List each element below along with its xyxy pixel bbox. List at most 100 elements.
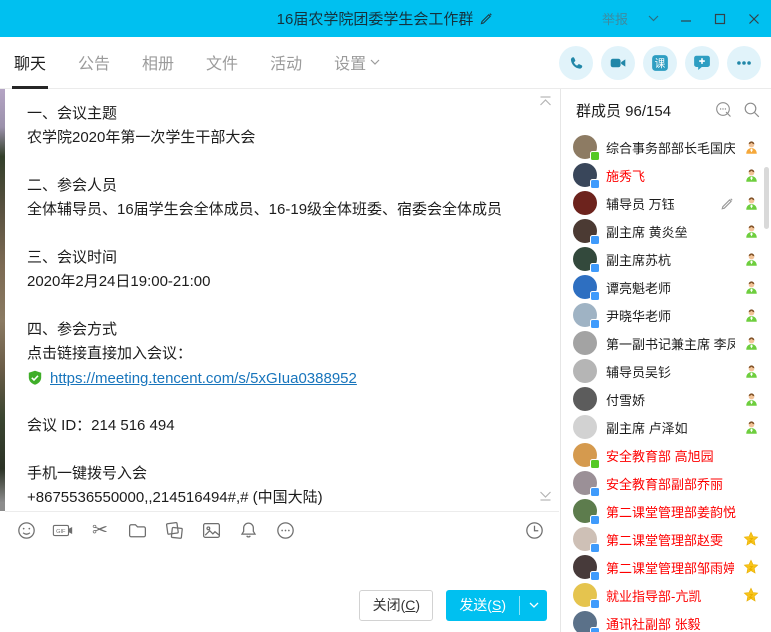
message-input[interactable] <box>5 548 559 578</box>
member-avatar <box>573 527 597 551</box>
member-star-icon <box>743 559 759 575</box>
member-row[interactable]: 第二课堂管理部姜韵悦 <box>561 497 771 525</box>
member-panel: 群成员 96/154 综合事务部部长毛国庆 施秀飞 <box>560 89 771 632</box>
folder-icon[interactable] <box>126 519 148 541</box>
member-name: 安全教育部 高旭园 <box>606 446 750 465</box>
member-row[interactable]: 副主席 卢泽如 <box>561 413 771 441</box>
member-avatar <box>573 163 597 187</box>
member-name: 副主席 黄炎垒 <box>606 222 735 241</box>
edit-title-icon[interactable] <box>479 11 494 26</box>
report-link[interactable]: 举报 <box>602 9 628 28</box>
member-name: 就业指导部-亢凯 <box>606 586 734 605</box>
member-list-scrollbar[interactable] <box>764 167 769 229</box>
titlebar: 16届农学院团委学生会工作群 举报 <box>0 0 771 37</box>
maximize-button[interactable] <box>713 12 727 26</box>
section-body: 2020年2月24日19:00-21:00 <box>27 270 533 294</box>
member-row[interactable]: 就业指导部-亢凯 <box>561 581 771 609</box>
send-button[interactable]: 发送(S) <box>446 590 547 621</box>
online-status-badge <box>590 543 600 553</box>
window-shake-icon[interactable] <box>163 519 185 541</box>
section-heading: 四、参会方式 <box>27 318 533 342</box>
more-icon[interactable] <box>274 519 296 541</box>
section-heading: 二、参会人员 <box>27 174 533 198</box>
member-person-icon <box>744 280 759 295</box>
image-icon[interactable] <box>200 519 222 541</box>
tab-settings[interactable]: 设置 <box>332 37 382 89</box>
video-call-icon[interactable] <box>601 46 635 80</box>
member-person-icon <box>744 168 759 183</box>
scroll-to-top-icon[interactable] <box>539 93 552 111</box>
online-status-badge <box>590 235 600 245</box>
gif-icon[interactable]: GIF <box>52 519 74 541</box>
member-name: 综合事务部部长毛国庆 <box>606 138 735 157</box>
bell-icon[interactable] <box>237 519 259 541</box>
member-name: 副主席苏杭 <box>606 250 735 269</box>
member-name: 辅导员 万钰 <box>606 194 711 213</box>
member-name: 尹晓华老师 <box>606 306 735 325</box>
member-person-icon <box>744 364 759 379</box>
send-options-chevron-icon[interactable] <box>520 590 547 621</box>
section-heading: 三、会议时间 <box>27 246 533 270</box>
tab-activities[interactable]: 活动 <box>268 37 304 89</box>
tab-list: 聊天 公告 相册 文件 活动 设置 <box>12 37 382 89</box>
member-row[interactable]: 副主席 黄炎垒 <box>561 217 771 245</box>
input-toolbar: GIF ✂ <box>5 511 559 548</box>
member-person-icon <box>744 252 759 267</box>
class-icon[interactable]: 课 <box>643 46 677 80</box>
member-avatar <box>573 135 597 159</box>
more-actions-icon[interactable] <box>727 46 761 80</box>
member-row[interactable]: 第一副书记兼主席 李凤仪 <box>561 329 771 357</box>
member-row[interactable]: 第二课堂管理部赵雯 <box>561 525 771 553</box>
member-person-icon <box>744 140 759 155</box>
member-list[interactable]: 综合事务部部长毛国庆 施秀飞 辅导员 万钰 <box>561 133 771 632</box>
close-button[interactable]: 关闭(C) <box>359 590 433 621</box>
minimize-button[interactable] <box>679 12 693 26</box>
voice-call-icon[interactable] <box>559 46 593 80</box>
member-row[interactable]: 施秀飞 <box>561 161 771 189</box>
member-row[interactable]: 辅导员 万钰 <box>561 189 771 217</box>
member-name: 施秀飞 <box>606 166 735 185</box>
member-name: 付雪娇 <box>606 390 735 409</box>
member-name: 第一副书记兼主席 李凤仪 <box>606 334 735 353</box>
tab-chat[interactable]: 聊天 <box>12 37 48 89</box>
qq-group-chat-window: { "window": { "title": "16届农学院团委学生会工作群",… <box>0 0 771 632</box>
screenshot-scissors-icon[interactable]: ✂ <box>89 519 111 541</box>
member-avatar <box>573 359 597 383</box>
member-name: 辅导员吴钐 <box>606 362 735 381</box>
svg-text:GIF: GIF <box>56 529 66 535</box>
online-status-badge <box>590 179 600 189</box>
member-row[interactable]: 安全教育部 高旭园 <box>561 441 771 469</box>
member-row[interactable]: 辅导员吴钐 <box>561 357 771 385</box>
member-avatar <box>573 415 597 439</box>
scroll-to-bottom-icon[interactable] <box>539 488 552 506</box>
member-row[interactable]: 副主席苏杭 <box>561 245 771 273</box>
chat-message-area[interactable]: 一、会议主题 农学院2020年第一次学生干部大会 二、参会人员 全体辅导员、16… <box>5 89 559 511</box>
mute-icon[interactable] <box>715 101 733 119</box>
close-window-button[interactable] <box>747 12 761 26</box>
member-person-icon <box>744 224 759 239</box>
meeting-link[interactable]: https://meeting.tencent.com/s/5xGIua0388… <box>50 370 357 387</box>
history-clock-icon[interactable] <box>523 519 545 541</box>
member-row[interactable]: 通讯社副部 张毅 <box>561 609 771 632</box>
member-row[interactable]: 第二课堂管理部邹雨婷 <box>561 553 771 581</box>
member-name: 第二课堂管理部姜韵悦 <box>606 502 750 521</box>
member-row[interactable]: 综合事务部部长毛国庆 <box>561 133 771 161</box>
online-status-badge <box>590 151 600 161</box>
member-avatar <box>573 191 597 215</box>
search-icon[interactable] <box>743 101 761 119</box>
meeting-announcement: 一、会议主题 农学院2020年第一次学生干部大会 二、参会人员 全体辅导员、16… <box>5 89 559 510</box>
member-avatar <box>573 443 597 467</box>
member-row[interactable]: 付雪娇 <box>561 385 771 413</box>
member-row[interactable]: 谭亮魁老师 <box>561 273 771 301</box>
member-person-icon <box>744 308 759 323</box>
emoji-icon[interactable] <box>15 519 37 541</box>
report-chevron-icon[interactable] <box>648 15 659 22</box>
tab-files[interactable]: 文件 <box>204 37 240 89</box>
edit-member-icon[interactable] <box>720 196 735 211</box>
member-name: 谭亮魁老师 <box>606 278 735 297</box>
member-row[interactable]: 安全教育部副部乔丽 <box>561 469 771 497</box>
tab-announcement[interactable]: 公告 <box>76 37 112 89</box>
group-post-icon[interactable] <box>685 46 719 80</box>
tab-album[interactable]: 相册 <box>140 37 176 89</box>
member-row[interactable]: 尹晓华老师 <box>561 301 771 329</box>
